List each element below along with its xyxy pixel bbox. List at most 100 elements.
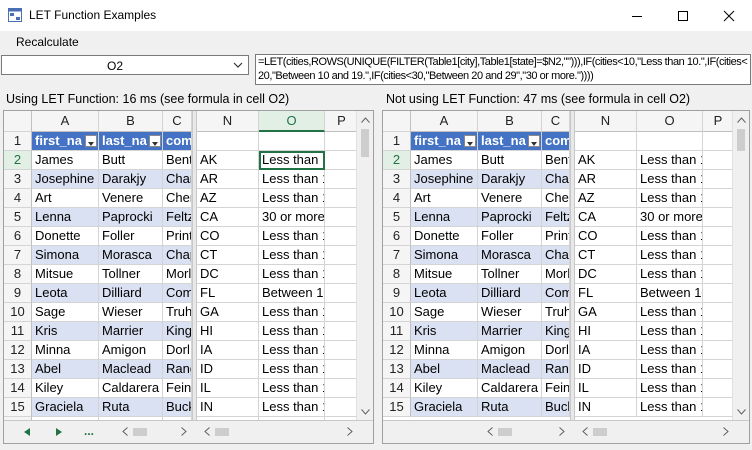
row-header[interactable]: 15 (4, 398, 32, 417)
row-header[interactable]: 14 (4, 379, 32, 398)
table-cell[interactable]: Art (411, 189, 478, 208)
table-cell[interactable]: Buck (542, 398, 570, 417)
table-cell[interactable]: Darakjy (478, 170, 542, 189)
result-cell[interactable]: Less than 10. (637, 303, 703, 322)
table-cell[interactable] (703, 208, 734, 227)
horizontal-scroll-thumb[interactable] (593, 428, 607, 436)
table-cell[interactable]: Feltz (163, 208, 192, 227)
state-cell[interactable]: IL (575, 379, 637, 398)
table-cell[interactable]: Donette (411, 227, 478, 246)
table-cell[interactable]: Bent (542, 151, 570, 170)
table-cell[interactable]: Kiley (411, 379, 478, 398)
state-cell[interactable]: AZ (197, 189, 259, 208)
right-spreadsheet[interactable]: A B C N O P 1 first_na last_na com 2 James Butt Bent A… (382, 110, 750, 444)
table-cell[interactable]: Wieser (99, 303, 163, 322)
table-cell[interactable]: Morl (163, 265, 192, 284)
result-cell[interactable]: Between 10 and (637, 284, 703, 303)
result-cell[interactable]: Less than 10. (259, 227, 325, 246)
state-cell[interactable]: DC (197, 265, 259, 284)
table-cell[interactable] (325, 189, 359, 208)
row-header[interactable]: 12 (383, 341, 411, 360)
table-cell[interactable]: Chap (163, 246, 192, 265)
row-header[interactable]: 1 (383, 132, 411, 151)
result-cell[interactable]: Between 10 and (259, 284, 325, 303)
table-cell[interactable]: Kris (32, 322, 99, 341)
table-cell[interactable]: com (542, 132, 570, 151)
table-cell[interactable]: Donette (32, 227, 99, 246)
table-cell[interactable]: com (163, 132, 192, 151)
table-cell[interactable] (703, 132, 734, 151)
table-cell[interactable] (325, 303, 359, 322)
column-header-c[interactable]: C (542, 111, 570, 132)
state-cell[interactable]: CO (197, 227, 259, 246)
table-cell[interactable]: Maclead (99, 360, 163, 379)
row-header[interactable]: 5 (383, 208, 411, 227)
table-cell[interactable]: Print (542, 227, 570, 246)
table-cell[interactable] (325, 398, 359, 417)
table-cell[interactable] (703, 379, 734, 398)
row-header[interactable]: 15 (383, 398, 411, 417)
row-header[interactable]: 2 (4, 151, 32, 170)
table-cell[interactable]: first_na (411, 132, 478, 151)
filter-dropdown-icon[interactable] (85, 135, 97, 147)
table-cell[interactable]: Chem (163, 189, 192, 208)
table-cell[interactable]: Dilliard (99, 284, 163, 303)
row-header[interactable]: 7 (4, 246, 32, 265)
table-cell[interactable]: Rang (163, 360, 192, 379)
column-header-n[interactable]: N (575, 111, 637, 132)
table-cell[interactable]: Graciela (411, 398, 478, 417)
chevron-down-icon[interactable] (230, 57, 246, 73)
column-header-c[interactable]: C (163, 111, 192, 132)
table-cell[interactable]: Ruta (478, 398, 542, 417)
state-cell[interactable]: DC (575, 265, 637, 284)
result-cell[interactable]: Less than 10. (637, 246, 703, 265)
table-cell[interactable] (703, 360, 734, 379)
table-cell[interactable]: Leota (411, 284, 478, 303)
column-header-a[interactable]: A (411, 111, 478, 132)
state-cell[interactable]: HI (575, 322, 637, 341)
state-cell[interactable]: CA (197, 208, 259, 227)
table-cell[interactable]: Simona (32, 246, 99, 265)
result-cell[interactable]: Less than 10. (637, 398, 703, 417)
table-cell[interactable]: Morl (542, 265, 570, 284)
scroll-up-icon[interactable] (357, 111, 373, 128)
table-cell[interactable]: Rang (542, 360, 570, 379)
table-cell[interactable]: Amigon (478, 341, 542, 360)
table-cell[interactable] (325, 379, 359, 398)
row-header[interactable]: 4 (383, 189, 411, 208)
horizontal-scroll-thumb[interactable] (133, 428, 147, 436)
state-cell[interactable]: ID (197, 360, 259, 379)
table-cell[interactable] (325, 246, 359, 265)
table-cell[interactable]: Sage (411, 303, 478, 322)
table-cell[interactable] (703, 341, 734, 360)
table-cell[interactable]: first_na (32, 132, 99, 151)
table-cell[interactable] (325, 284, 359, 303)
result-cell[interactable]: Less than 10. (259, 379, 325, 398)
recalculate-menu[interactable]: Recalculate (16, 35, 79, 49)
row-header[interactable]: 12 (4, 341, 32, 360)
result-cell[interactable]: Less than 10. (637, 170, 703, 189)
state-cell[interactable]: IA (197, 341, 259, 360)
table-cell[interactable]: Josephine (411, 170, 478, 189)
table-cell[interactable]: Morasca (478, 246, 542, 265)
result-cell[interactable]: Less than 10. (637, 379, 703, 398)
table-cell[interactable]: Josephine (32, 170, 99, 189)
table-cell[interactable]: Tollner (99, 265, 163, 284)
table-cell[interactable] (703, 151, 734, 170)
table-cell[interactable]: Chap (542, 246, 570, 265)
filter-dropdown-icon[interactable] (528, 135, 540, 147)
table-cell[interactable]: Tollner (478, 265, 542, 284)
table-cell[interactable]: Graciela (32, 398, 99, 417)
table-cell[interactable] (703, 284, 734, 303)
state-cell[interactable]: CO (575, 227, 637, 246)
minimize-button[interactable] (614, 0, 660, 31)
column-header-n[interactable]: N (197, 111, 259, 132)
scroll-thumb[interactable] (737, 129, 745, 151)
table-cell[interactable]: James (411, 151, 478, 170)
scroll-down-icon[interactable] (733, 403, 749, 420)
table-cell[interactable]: Kiley (32, 379, 99, 398)
table-cell[interactable]: Morasca (99, 246, 163, 265)
row-header[interactable]: 14 (383, 379, 411, 398)
result-cell[interactable] (259, 132, 325, 151)
close-button[interactable] (706, 0, 752, 31)
